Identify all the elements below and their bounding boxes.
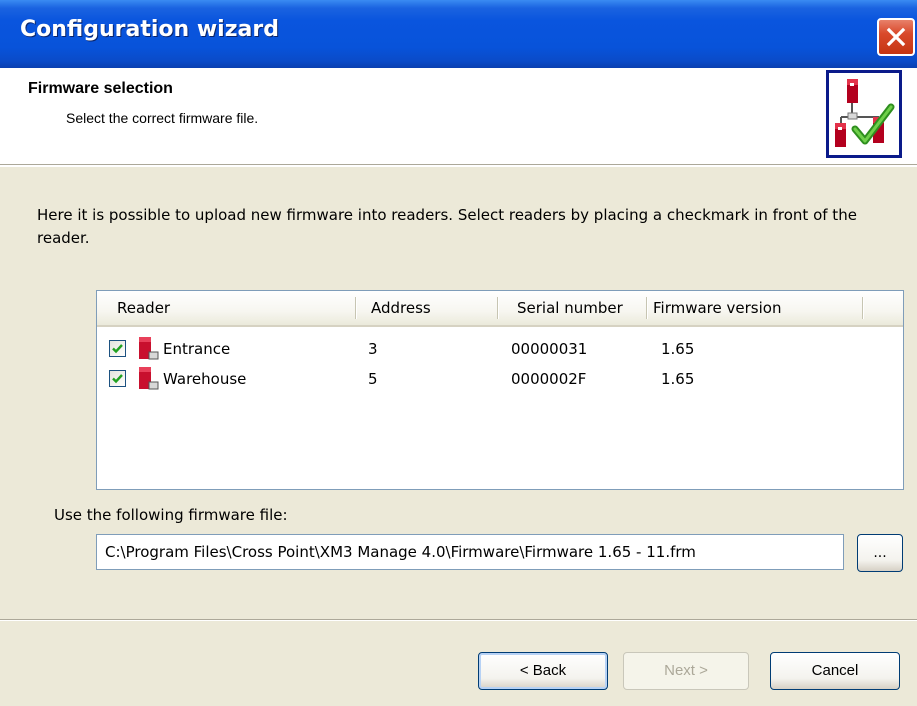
- header-title: Firmware selection: [28, 80, 173, 97]
- reader-checkbox[interactable]: [109, 370, 126, 387]
- column-header-address[interactable]: Address: [371, 291, 431, 325]
- column-header-reader[interactable]: Reader: [117, 291, 170, 325]
- reader-serial-number: 00000031: [511, 340, 588, 358]
- column-header-firmware-version[interactable]: Firmware version: [653, 291, 781, 325]
- back-button[interactable]: < Back: [478, 652, 608, 690]
- reader-checkmark-icon: [826, 70, 902, 158]
- wizard-header: Firmware selection Select the correct fi…: [0, 68, 917, 165]
- checkmark-icon: [112, 344, 123, 354]
- reader-icon: [139, 337, 159, 360]
- column-divider[interactable]: [862, 297, 864, 319]
- reader-checkbox[interactable]: [109, 340, 126, 357]
- column-divider[interactable]: [497, 297, 499, 319]
- checkmark-icon: [112, 374, 123, 384]
- cancel-button[interactable]: Cancel: [770, 652, 900, 690]
- reader-name: Entrance: [163, 340, 231, 358]
- reader-serial-number: 0000002F: [511, 370, 587, 388]
- column-divider[interactable]: [355, 297, 357, 319]
- title-bar[interactable]: Configuration wizard: [0, 0, 917, 68]
- window-title: Configuration wizard: [20, 17, 279, 42]
- reader-address: 5: [368, 370, 378, 388]
- close-icon: [886, 27, 906, 47]
- column-header-serial-number[interactable]: Serial number: [517, 291, 623, 325]
- reader-name: Warehouse: [163, 370, 247, 388]
- column-divider[interactable]: [646, 297, 648, 319]
- configuration-wizard-window: Configuration wizard Firmware selection …: [0, 0, 917, 706]
- intro-text: Here it is possible to upload new firmwa…: [37, 206, 857, 247]
- table-row[interactable]: Warehouse 5 0000002F 1.65: [97, 365, 903, 393]
- reader-address: 3: [368, 340, 378, 358]
- footer-separator: [0, 619, 917, 621]
- firmware-file-label: Use the following firmware file:: [54, 506, 288, 524]
- close-button[interactable]: [877, 18, 915, 56]
- table-row[interactable]: Entrance 3 00000031 1.65: [97, 335, 903, 363]
- header-subtitle: Select the correct firmware file.: [66, 110, 259, 126]
- readers-list[interactable]: Reader Address Serial number Firmware ve…: [96, 290, 904, 490]
- reader-icon: [139, 367, 159, 390]
- next-button[interactable]: Next >: [623, 652, 749, 690]
- reader-firmware-version: 1.65: [661, 370, 695, 388]
- firmware-file-input[interactable]: [96, 534, 844, 570]
- browse-button[interactable]: ...: [857, 534, 903, 572]
- reader-firmware-version: 1.65: [661, 340, 695, 358]
- header-separator: [0, 165, 917, 167]
- list-header: Reader Address Serial number Firmware ve…: [97, 291, 903, 327]
